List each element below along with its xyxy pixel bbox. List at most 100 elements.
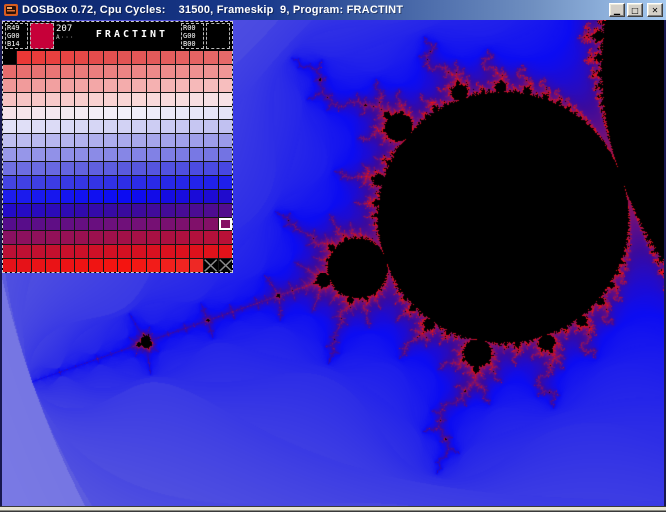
palette-cell[interactable] (190, 259, 203, 272)
palette-cell[interactable] (219, 162, 232, 175)
palette-cell[interactable] (176, 204, 189, 217)
palette-cell[interactable] (32, 93, 45, 106)
palette-cell[interactable] (3, 148, 16, 161)
palette-cell[interactable] (132, 259, 145, 272)
palette-cell[interactable] (61, 176, 74, 189)
palette-cell[interactable] (17, 245, 30, 258)
palette-cell[interactable] (219, 93, 232, 106)
palette-cell[interactable] (190, 176, 203, 189)
palette-cell[interactable] (17, 93, 30, 106)
palette-cell[interactable] (32, 51, 45, 64)
palette-cell[interactable] (61, 231, 74, 244)
palette-cell[interactable] (17, 204, 30, 217)
palette-cell[interactable] (176, 65, 189, 78)
palette-cell[interactable] (89, 134, 102, 147)
palette-cell[interactable] (161, 120, 174, 133)
palette-cell[interactable] (219, 204, 232, 217)
palette-cell[interactable] (75, 231, 88, 244)
palette-cell[interactable] (118, 176, 131, 189)
palette-cell[interactable] (204, 51, 217, 64)
palette-cell[interactable] (89, 218, 102, 231)
palette-cell[interactable] (219, 231, 232, 244)
palette-cell[interactable] (104, 204, 117, 217)
palette-cell[interactable] (118, 79, 131, 92)
maximize-button[interactable]: □ (627, 3, 643, 17)
palette-cell[interactable] (176, 259, 189, 272)
palette-cell[interactable] (190, 190, 203, 203)
palette-cell[interactable] (46, 231, 59, 244)
palette-cell[interactable] (118, 218, 131, 231)
palette-cell[interactable] (147, 134, 160, 147)
palette-cell[interactable] (118, 120, 131, 133)
palette-cell[interactable] (61, 134, 74, 147)
palette-cell[interactable] (75, 51, 88, 64)
palette-cell[interactable] (61, 190, 74, 203)
palette-cell[interactable] (219, 107, 232, 120)
palette-cell[interactable] (176, 245, 189, 258)
palette-cell[interactable] (176, 120, 189, 133)
palette-cell[interactable] (104, 79, 117, 92)
palette-cell[interactable] (132, 65, 145, 78)
palette-cell[interactable] (204, 134, 217, 147)
palette-cell[interactable] (17, 176, 30, 189)
palette-cell[interactable] (32, 134, 45, 147)
palette-cell[interactable] (104, 120, 117, 133)
palette-cell[interactable] (3, 245, 16, 258)
palette-cell[interactable] (204, 107, 217, 120)
palette-cell[interactable] (75, 218, 88, 231)
palette-cell[interactable] (132, 93, 145, 106)
palette-cell[interactable] (17, 65, 30, 78)
palette-cell[interactable] (3, 218, 16, 231)
palette-cell[interactable] (89, 245, 102, 258)
palette-cell[interactable] (147, 259, 160, 272)
palette-cell[interactable] (104, 65, 117, 78)
palette-cell[interactable] (161, 65, 174, 78)
palette-cell[interactable] (147, 148, 160, 161)
palette-cell[interactable] (3, 134, 16, 147)
palette-cell[interactable] (118, 231, 131, 244)
palette-cell[interactable] (190, 245, 203, 258)
palette-cell[interactable] (176, 231, 189, 244)
palette-cell[interactable] (147, 107, 160, 120)
palette-cell[interactable] (147, 231, 160, 244)
palette-cell[interactable] (46, 176, 59, 189)
palette-cell[interactable] (176, 134, 189, 147)
palette-cell[interactable] (219, 259, 232, 272)
palette-cell[interactable] (89, 231, 102, 244)
palette-cell[interactable] (147, 176, 160, 189)
palette-cell[interactable] (161, 218, 174, 231)
palette-cell[interactable] (3, 120, 16, 133)
palette-cell[interactable] (46, 204, 59, 217)
palette-cell[interactable] (3, 51, 16, 64)
palette-cell[interactable] (3, 176, 16, 189)
palette-cell[interactable] (132, 51, 145, 64)
palette-cell[interactable] (161, 231, 174, 244)
palette-cell[interactable] (219, 190, 232, 203)
palette-cell[interactable] (32, 148, 45, 161)
palette-cell[interactable] (89, 51, 102, 64)
palette-cell[interactable] (204, 259, 217, 272)
palette-cell[interactable] (161, 134, 174, 147)
palette-cell[interactable] (147, 120, 160, 133)
palette-cell[interactable] (219, 79, 232, 92)
close-button[interactable]: ✕ (647, 3, 663, 17)
palette-cell[interactable] (219, 134, 232, 147)
palette-cell[interactable] (161, 162, 174, 175)
palette-cell[interactable] (89, 176, 102, 189)
palette-cell[interactable] (132, 107, 145, 120)
palette-cell[interactable] (118, 134, 131, 147)
palette-cell[interactable] (75, 176, 88, 189)
palette-cell[interactable] (132, 231, 145, 244)
palette-cell[interactable] (3, 204, 16, 217)
palette-cell[interactable] (17, 107, 30, 120)
palette-cell[interactable] (176, 93, 189, 106)
palette-cell[interactable] (104, 231, 117, 244)
palette-cell[interactable] (75, 65, 88, 78)
palette-cell[interactable] (118, 259, 131, 272)
palette-cell[interactable] (204, 120, 217, 133)
palette-cell[interactable] (147, 51, 160, 64)
palette-cell[interactable] (32, 245, 45, 258)
palette-cell[interactable] (190, 148, 203, 161)
palette-cell[interactable] (204, 65, 217, 78)
palette-cell[interactable] (3, 162, 16, 175)
